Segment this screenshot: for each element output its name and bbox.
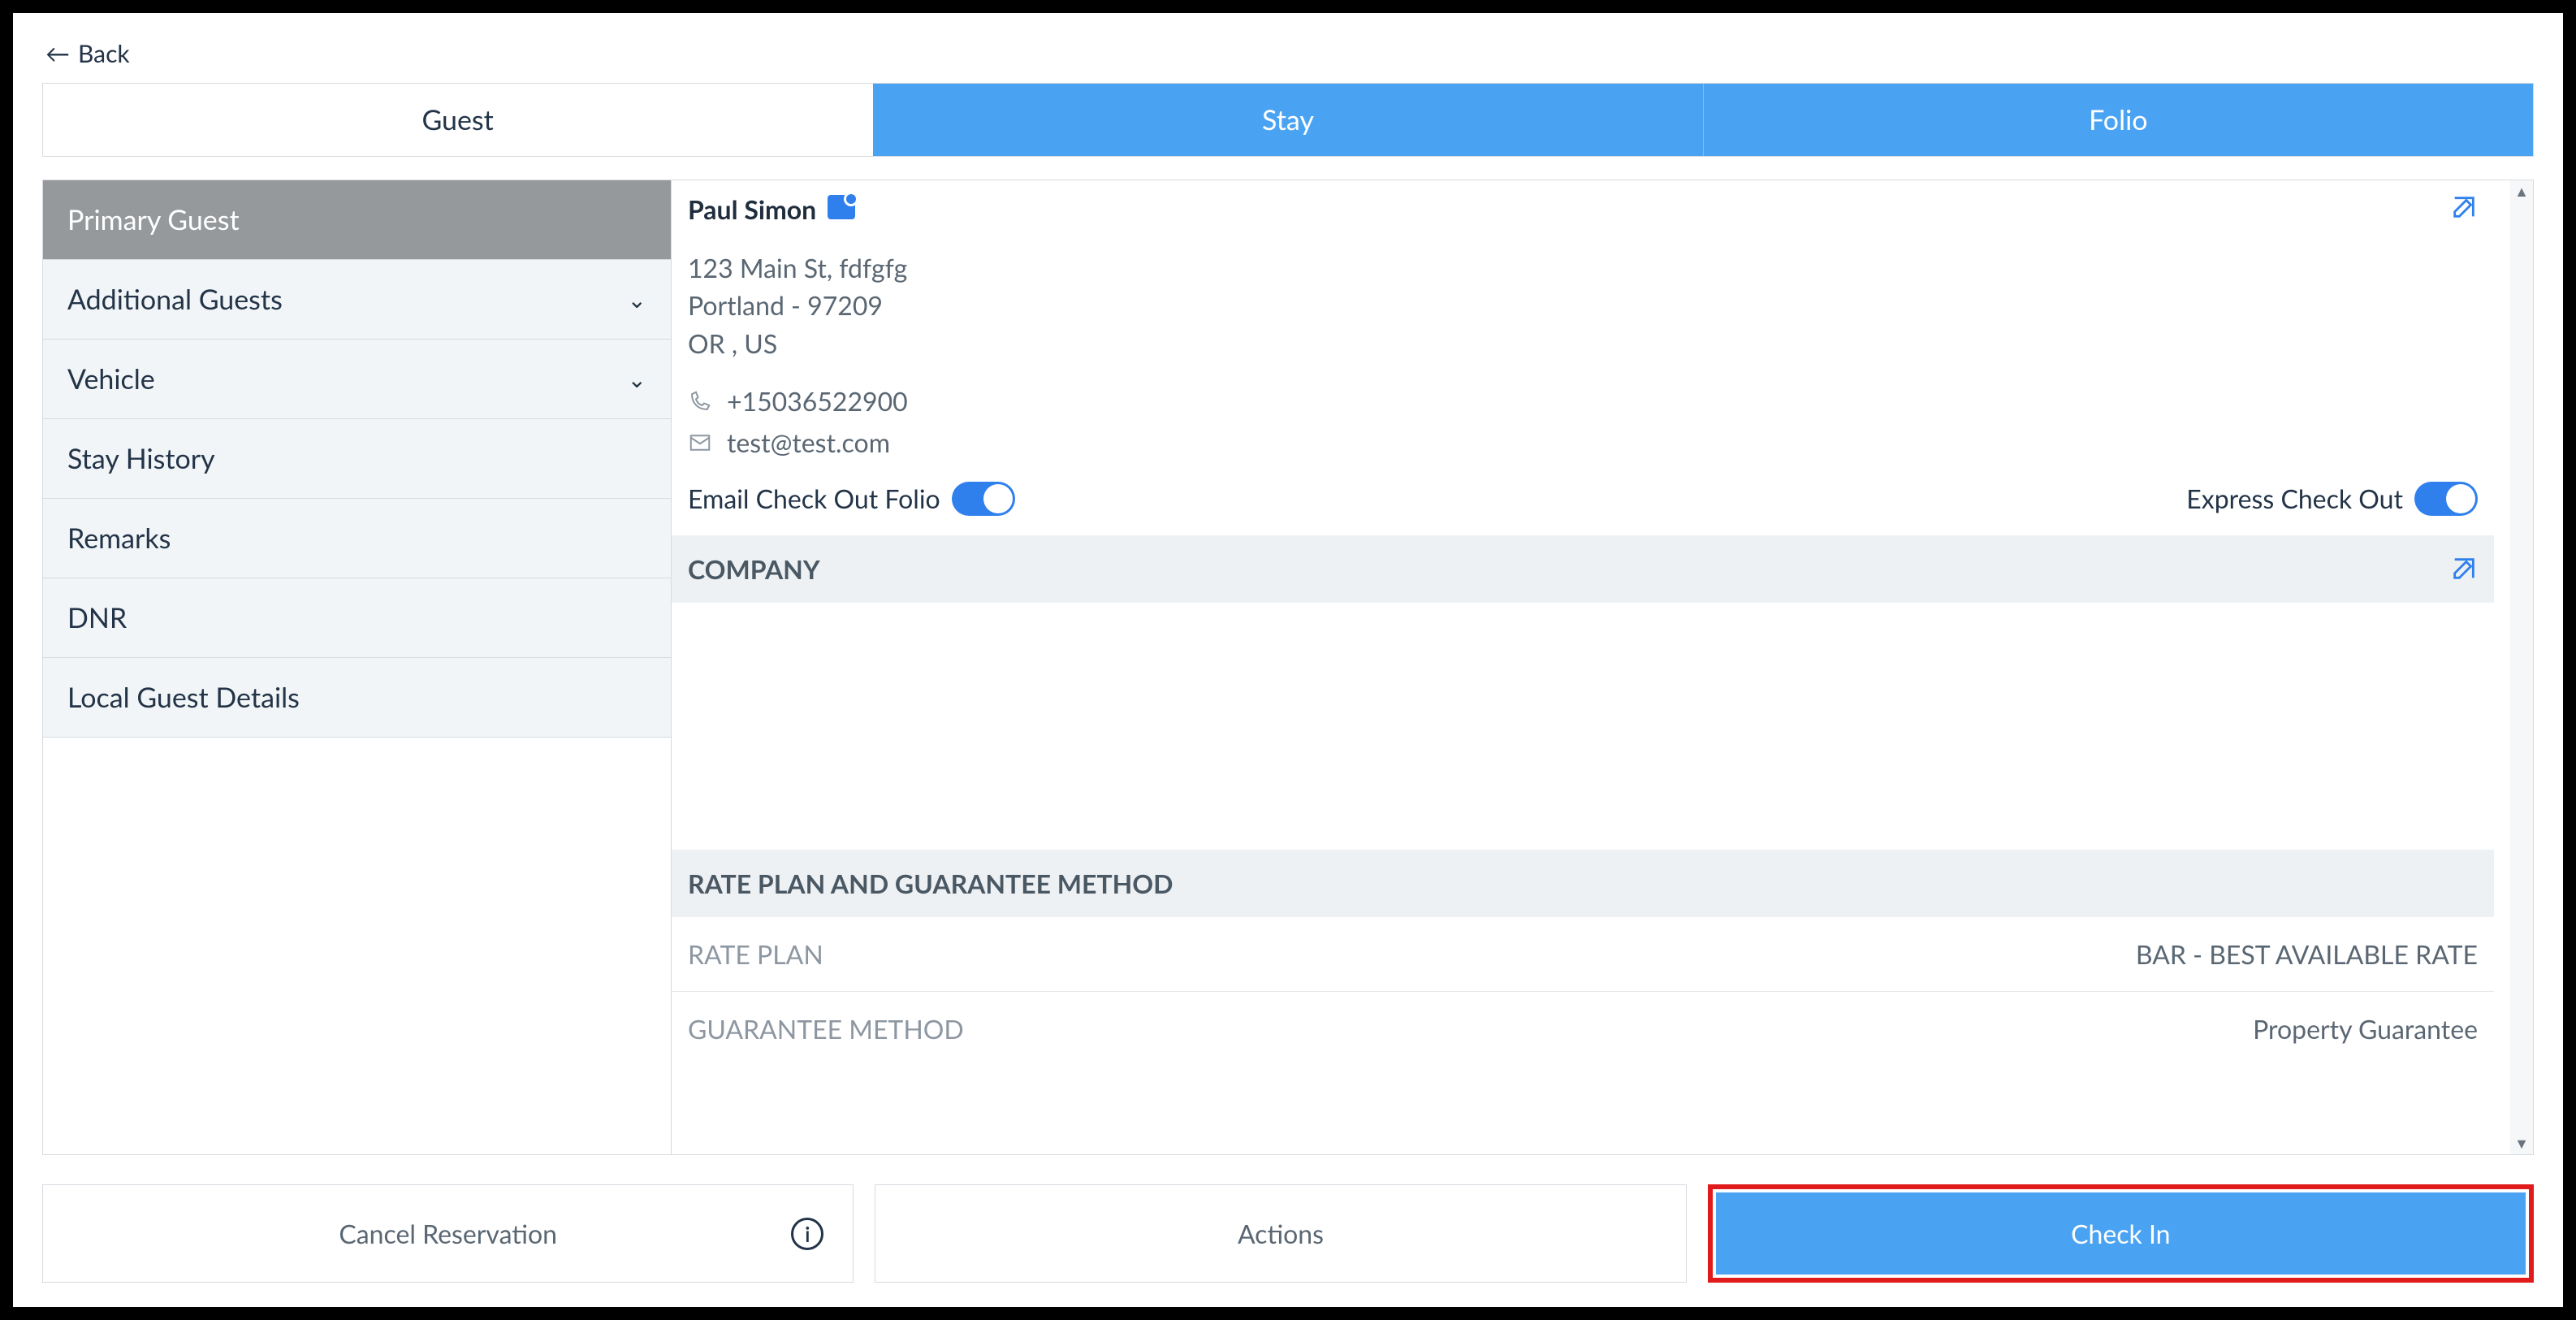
back-label: Back: [78, 39, 130, 68]
checkin-highlight: Check In: [1708, 1184, 2534, 1283]
tab-stay-label: Stay: [1262, 103, 1314, 136]
actions-label: Actions: [1238, 1218, 1324, 1249]
rate-plan-value: BAR - BEST AVAILABLE RATE: [2136, 938, 2478, 970]
tab-guest[interactable]: Guest: [43, 84, 873, 156]
back-link[interactable]: ← Back: [42, 32, 2534, 83]
cancel-reservation-label: Cancel Reservation: [339, 1218, 557, 1249]
company-body: [688, 603, 2478, 830]
sidebar-item-additional-guests[interactable]: Additional Guests ⌄: [43, 260, 671, 340]
footer-actions: Cancel Reservation i Actions Check In: [42, 1184, 2534, 1307]
chevron-down-icon: ⌄: [628, 285, 646, 314]
tab-folio[interactable]: Folio: [1704, 84, 2533, 156]
sidebar-item-label: Vehicle: [67, 362, 155, 396]
sidebar-item-label: DNR: [67, 601, 127, 634]
address-line1: 123 Main St, fdfgfg: [688, 249, 2478, 287]
address-line3: OR , US: [688, 325, 2478, 362]
top-tabs: Guest Stay Folio: [42, 83, 2534, 157]
sidebar-item-label: Remarks: [67, 522, 171, 555]
sidebar-item-label: Stay History: [67, 442, 215, 475]
company-section-header: COMPANY: [672, 535, 2494, 603]
rate-plan-row: RATE PLAN BAR - BEST AVAILABLE RATE: [672, 917, 2494, 992]
guest-phone: +15036522900: [727, 380, 908, 422]
edit-guest-icon[interactable]: [2450, 193, 2478, 221]
sidebar-item-primary-guest[interactable]: Primary Guest: [43, 180, 671, 260]
sidebar-item-vehicle[interactable]: Vehicle ⌄: [43, 340, 671, 419]
sidebar-item-local-guest-details[interactable]: Local Guest Details: [43, 658, 671, 738]
email-icon: [688, 431, 712, 455]
sidebar-item-remarks[interactable]: Remarks: [43, 499, 671, 578]
check-in-label: Check In: [2071, 1218, 2170, 1249]
company-section-title: COMPANY: [688, 553, 820, 585]
main-content: Primary Guest Additional Guests ⌄ Vehicl…: [42, 180, 2534, 1155]
guest-email: test@test.com: [727, 422, 890, 463]
chevron-down-icon: ⌄: [628, 365, 646, 393]
guarantee-label: GUARANTEE METHOD: [688, 1013, 964, 1045]
guarantee-value: Property Guarantee: [2253, 1013, 2478, 1045]
sidebar-item-label: Local Guest Details: [67, 681, 300, 714]
sidebar-item-dnr[interactable]: DNR: [43, 578, 671, 658]
rate-section-header: RATE PLAN AND GUARANTEE METHOD: [672, 850, 2494, 917]
phone-icon: [688, 389, 712, 413]
tab-guest-label: Guest: [421, 103, 493, 136]
guest-profile-icon[interactable]: [828, 195, 855, 219]
rate-plan-label: RATE PLAN: [688, 938, 823, 970]
arrow-left-icon: ←: [45, 41, 70, 66]
guarantee-row: GUARANTEE METHOD Property Guarantee: [672, 992, 2494, 1066]
tab-stay[interactable]: Stay: [873, 84, 1703, 156]
rate-section-title: RATE PLAN AND GUARANTEE METHOD: [688, 868, 1173, 899]
sidebar-item-stay-history[interactable]: Stay History: [43, 419, 671, 499]
guest-name: Paul Simon: [688, 193, 816, 225]
edit-company-icon[interactable]: [2450, 555, 2478, 582]
guest-address: 123 Main St, fdfgfg Portland - 97209 OR …: [688, 249, 2478, 362]
email-folio-label: Email Check Out Folio: [688, 483, 940, 514]
sidebar-item-label: Primary Guest: [67, 203, 240, 236]
info-icon[interactable]: i: [791, 1218, 823, 1250]
check-in-button[interactable]: Check In: [1716, 1192, 2526, 1275]
scroll-down-icon: ▼: [2514, 1134, 2529, 1153]
actions-button[interactable]: Actions: [875, 1184, 1686, 1283]
scroll-up-icon: ▲: [2514, 182, 2529, 201]
guest-contact: +15036522900 test@test.com: [688, 380, 2478, 463]
sidebar-item-label: Additional Guests: [67, 283, 283, 316]
guest-sidebar: Primary Guest Additional Guests ⌄ Vehicl…: [43, 180, 672, 1154]
address-line2: Portland - 97209: [688, 287, 2478, 324]
tab-folio-label: Folio: [2089, 103, 2148, 136]
guest-header: Paul Simon: [688, 193, 2478, 225]
cancel-reservation-button[interactable]: Cancel Reservation i: [42, 1184, 854, 1283]
scrollbar[interactable]: ▲ ▼: [2510, 180, 2533, 1154]
express-checkout-toggle[interactable]: [2414, 482, 2478, 516]
express-checkout-label: Express Check Out: [2186, 483, 2403, 514]
guest-detail-pane: Paul Simon 123 Main St, fdfgfg Portland …: [672, 180, 2533, 1154]
email-folio-toggle[interactable]: [952, 482, 1015, 516]
